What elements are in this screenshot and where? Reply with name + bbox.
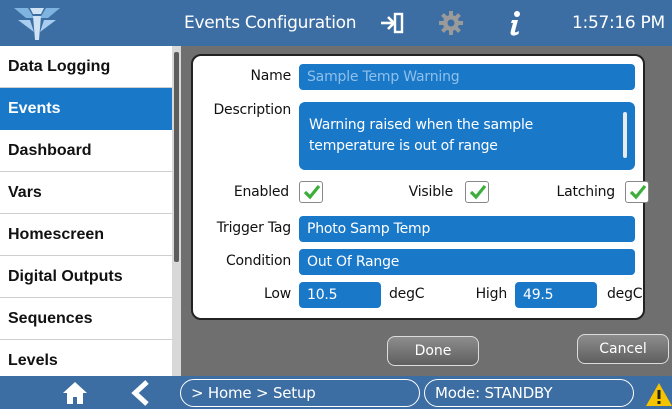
description-field[interactable]: Warning raised when the sample temperatu…: [299, 102, 635, 170]
description-label: Description: [213, 102, 291, 118]
latching-checkbox[interactable]: [625, 181, 649, 203]
page-title: Events Configuration: [184, 13, 357, 33]
sidebar-item-label: Digital Outputs: [8, 267, 123, 285]
enabled-label: Enabled: [233, 184, 289, 200]
info-icon[interactable]: [506, 9, 526, 37]
sidebar-item-label: Data Logging: [8, 57, 111, 75]
name-label: Name: [250, 68, 291, 84]
enabled-checkbox[interactable]: [299, 181, 323, 203]
top-bar: Events Configuration 1:57:16 PM: [0, 0, 672, 46]
sidebar: Data Logging Events Dashboard Vars Homes…: [0, 46, 181, 376]
sidebar-item-label: Vars: [8, 183, 42, 201]
sidebar-scroll-thumb[interactable]: [174, 52, 179, 262]
sidebar-item-data-logging[interactable]: Data Logging: [0, 46, 181, 88]
sidebar-item-levels[interactable]: Levels: [0, 340, 181, 376]
visible-label: Visible: [408, 184, 454, 200]
sidebar-item-events[interactable]: Events: [0, 88, 181, 130]
gear-icon[interactable]: [438, 10, 464, 36]
description-text: Warning raised when the sample temperatu…: [309, 117, 534, 154]
exit-icon[interactable]: [380, 12, 404, 34]
mode-status: Mode: STANDBY: [424, 379, 634, 407]
sidebar-item-digital-outputs[interactable]: Digital Outputs: [0, 256, 181, 298]
event-config-panel: Name Sample Temp Warning Description War…: [191, 54, 649, 320]
bottom-bar: > Home > Setup Mode: STANDBY: [0, 376, 672, 409]
condition-field[interactable]: Out Of Range: [299, 249, 635, 275]
checkmark-icon: [469, 184, 487, 200]
low-field[interactable]: 10.5: [299, 282, 381, 308]
cancel-button[interactable]: Cancel: [577, 334, 669, 364]
trigger-tag-field[interactable]: Photo Samp Temp: [299, 216, 635, 242]
sidebar-item-label: Levels: [8, 351, 58, 369]
high-label: High: [475, 286, 508, 302]
warning-icon[interactable]: [646, 382, 672, 406]
clock: 1:57:16 PM: [572, 13, 665, 33]
sidebar-item-label: Events: [8, 99, 61, 117]
home-icon[interactable]: [62, 381, 88, 405]
main-area: Name Sample Temp Warning Description War…: [181, 46, 672, 376]
latching-label: Latching: [556, 184, 616, 200]
breadcrumb[interactable]: > Home > Setup: [180, 379, 420, 407]
checkmark-icon: [303, 184, 321, 200]
name-field[interactable]: Sample Temp Warning: [299, 64, 635, 90]
logo-icon: [14, 8, 60, 40]
sidebar-item-sequences[interactable]: Sequences: [0, 298, 181, 340]
back-icon[interactable]: [130, 380, 152, 406]
sidebar-item-dashboard[interactable]: Dashboard: [0, 130, 181, 172]
high-field[interactable]: 49.5: [515, 282, 597, 308]
checkmark-icon: [629, 184, 647, 200]
high-unit: degC: [607, 286, 643, 302]
low-label: Low: [264, 286, 291, 302]
trigger-tag-label: Trigger Tag: [216, 220, 291, 236]
sidebar-item-label: Homescreen: [8, 225, 105, 243]
sidebar-item-vars[interactable]: Vars: [0, 172, 181, 214]
sidebar-item-label: Sequences: [8, 309, 93, 327]
visible-checkbox[interactable]: [465, 181, 489, 203]
low-unit: degC: [389, 286, 425, 302]
condition-label: Condition: [225, 253, 291, 269]
sidebar-item-homescreen[interactable]: Homescreen: [0, 214, 181, 256]
description-scrollbar[interactable]: [623, 112, 627, 158]
done-button[interactable]: Done: [387, 336, 479, 366]
sidebar-item-label: Dashboard: [8, 141, 92, 159]
